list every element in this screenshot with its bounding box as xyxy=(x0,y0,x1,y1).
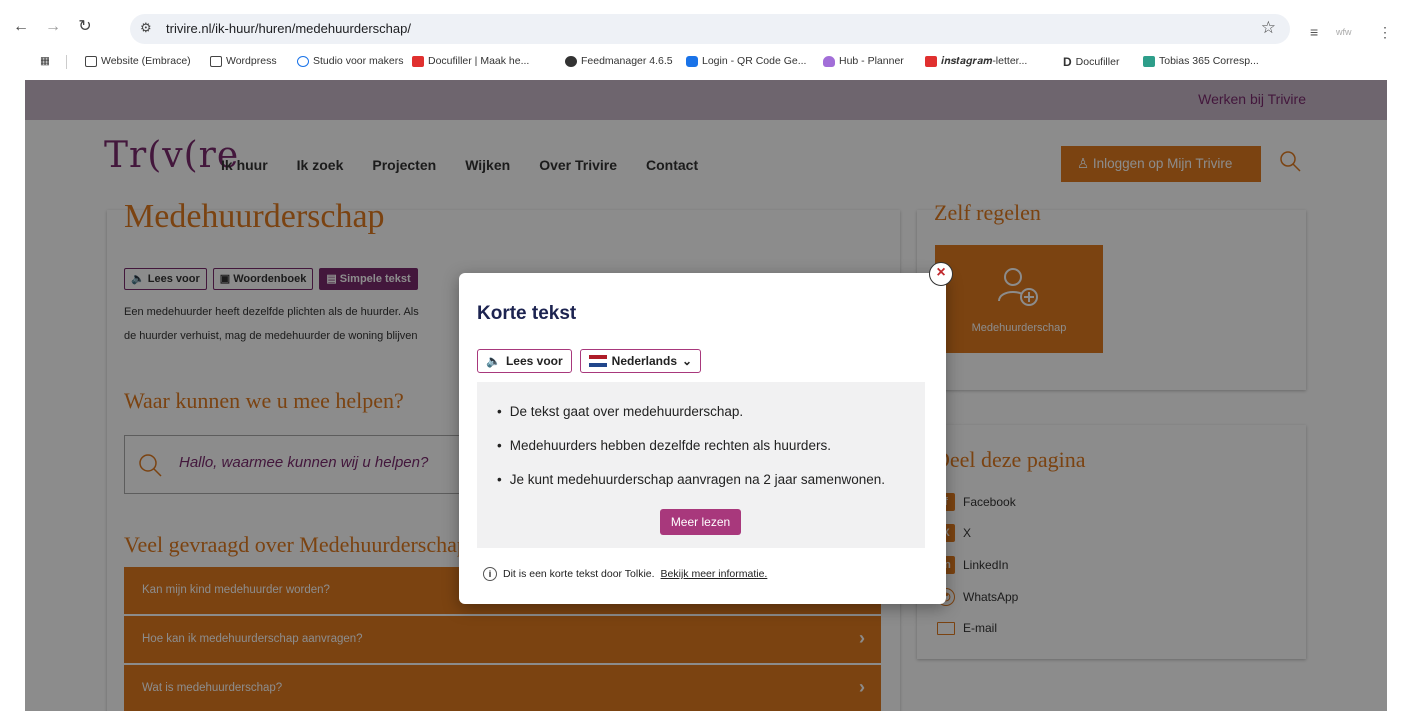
close-icon[interactable]: × xyxy=(929,262,953,286)
bookmark-feedmanager[interactable]: Feedmanager 4.6.5 xyxy=(565,55,673,67)
bookmark-wordpress[interactable]: Wordpress xyxy=(210,55,277,67)
bookmark-hub-planner[interactable]: Hub - Planner xyxy=(823,55,904,67)
bookmark-login-qr[interactable]: Login - QR Code Ge... xyxy=(686,55,806,67)
reading-list-icon[interactable]: ≡ xyxy=(1310,24,1318,40)
site-settings-icon[interactable]: ⚙ xyxy=(140,20,152,36)
speaker-icon: 🔈 xyxy=(486,354,501,368)
menu-kebab-icon[interactable]: ⋮ xyxy=(1378,24,1392,41)
url-text[interactable]: trivire.nl/ik-huur/huren/medehuurderscha… xyxy=(166,21,411,36)
bookmark-website-embrace[interactable]: Website (Embrace) xyxy=(85,55,191,67)
lightning-icon xyxy=(925,56,937,67)
bookmarks-bar: ▦ Website (Embrace) Wordpress Studio voo… xyxy=(0,50,1401,74)
more-info-link[interactable]: Bekijk meer informatie. xyxy=(661,568,768,580)
meer-lezen-button[interactable]: Meer lezen xyxy=(660,509,741,535)
bookmark-star-icon[interactable]: ☆ xyxy=(1261,18,1276,38)
bookmark-tobias-365[interactable]: Tobias 365 Corresp... xyxy=(1143,55,1259,67)
bookmark-docufiller[interactable]: D Docufiller xyxy=(1063,55,1119,69)
bookmark-instagram-letter[interactable]: 𝒊𝒏𝒔𝒕𝒂𝒈𝒓𝒂𝒎-letter... xyxy=(925,55,1027,68)
folder-icon xyxy=(85,55,97,67)
apps-grid-icon[interactable]: ▦ xyxy=(40,55,50,67)
dutch-flag-icon xyxy=(588,355,607,367)
address-bar[interactable]: ⚙ trivire.nl/ik-huur/huren/medehuurdersc… xyxy=(130,14,1290,44)
summary-box: De tekst gaat over medehuurderschap. Med… xyxy=(477,382,925,548)
info-icon: i xyxy=(483,567,497,581)
chevron-down-icon: ⌄ xyxy=(682,354,693,368)
d-icon: D xyxy=(1063,55,1072,69)
list-item: Medehuurders hebben dezelfde rechten als… xyxy=(497,438,885,453)
reload-icon[interactable]: ↻ xyxy=(74,16,96,38)
address-row: ← → ↻ ⚙ trivire.nl/ik-huur/huren/medehuu… xyxy=(0,10,1401,46)
summary-list: De tekst gaat over medehuurderschap. Med… xyxy=(497,404,885,506)
infinity-icon xyxy=(297,55,309,67)
hub-icon xyxy=(823,55,835,67)
bookmark-studio-voor-makers[interactable]: Studio voor makers xyxy=(297,55,403,67)
short-text-modal: Korte tekst 🔈Lees voor Nederlands⌄ De te… xyxy=(459,273,946,604)
modal-lees-voor-button[interactable]: 🔈 Lees voor xyxy=(477,349,572,373)
modal-footer: i Dit is een korte tekst door Tolkie. Be… xyxy=(483,567,767,581)
forward-icon[interactable]: → xyxy=(42,16,64,38)
back-icon[interactable]: ← xyxy=(10,16,32,38)
modal-tools: 🔈 Lees voor Nederlands ⌄ xyxy=(477,349,702,373)
qr-icon xyxy=(686,55,698,67)
docufiller-icon xyxy=(412,55,424,67)
language-select[interactable]: Nederlands ⌄ xyxy=(579,349,702,373)
bookmarks-separator xyxy=(66,55,67,69)
modal-title: Korte tekst xyxy=(477,303,577,324)
globe-icon xyxy=(565,55,577,67)
extension-icon[interactable]: wfw xyxy=(1336,27,1352,37)
tobias-icon xyxy=(1143,55,1155,67)
list-item: Je kunt medehuurderschap aanvragen na 2 … xyxy=(497,472,885,487)
folder-icon xyxy=(210,55,222,67)
list-item: De tekst gaat over medehuurderschap. xyxy=(497,404,885,419)
browser-chrome: ← → ↻ ⚙ trivire.nl/ik-huur/huren/medehuu… xyxy=(0,0,1401,80)
bookmark-docufiller-maak[interactable]: Docufiller | Maak he... xyxy=(412,55,529,67)
